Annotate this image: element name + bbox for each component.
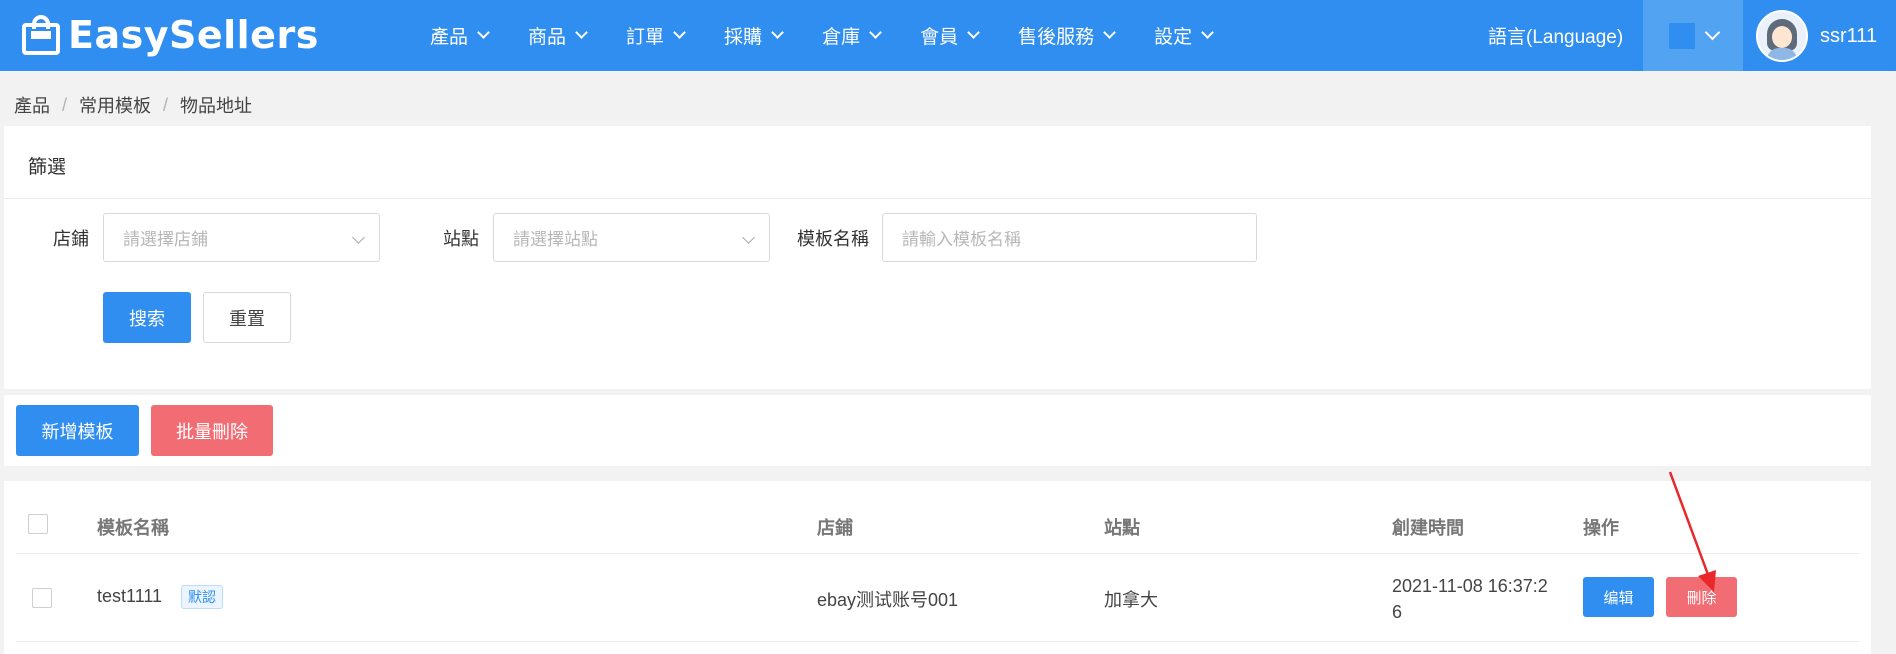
nav-item-label: 產品: [430, 27, 469, 48]
breadcrumb-item-item-location: 物品地址: [180, 96, 253, 116]
breadcrumb: 產品 / 常用模板 / 物品地址: [14, 92, 252, 118]
site-select[interactable]: 請選擇站點: [493, 213, 770, 262]
nav-item-settings[interactable]: 設定: [1134, 0, 1232, 71]
nav-item-label: 採購: [724, 27, 763, 48]
nav-item-label: 售後服務: [1018, 27, 1095, 48]
breadcrumb-item-templates[interactable]: 常用模板: [79, 92, 151, 118]
search-button[interactable]: 搜索: [103, 292, 191, 343]
reset-button[interactable]: 重置: [203, 292, 291, 343]
breadcrumb-item-products[interactable]: 產品: [14, 92, 50, 118]
avatar: [1756, 10, 1808, 62]
store-select-placeholder: 請選擇店鋪: [123, 230, 208, 249]
add-template-button[interactable]: 新增模板: [16, 405, 139, 456]
store-cell: ebay测试账号001: [817, 590, 959, 610]
action-bar: 新增模板 批量刪除: [4, 395, 1871, 466]
divider: [16, 553, 1859, 554]
template-table: 模板名稱 店鋪 站點 創建時間 操作 test1111 默認 ebay测试账号0…: [4, 481, 1871, 654]
filter-panel: 篩選 店鋪 請選擇店鋪 站點 請選擇站點 模板名稱 請輸入模板名稱 搜索 重置: [4, 126, 1871, 389]
chevron-down-icon: [575, 26, 588, 39]
select-all-checkbox[interactable]: [28, 514, 48, 534]
breadcrumb-separator: /: [163, 94, 169, 115]
nav-item-goods[interactable]: 商品: [508, 0, 606, 71]
user-menu[interactable]: ssr111: [1756, 8, 1877, 64]
filter-title: 篩選: [28, 157, 67, 178]
nav-item-label: 設定: [1154, 27, 1193, 48]
chevron-down-icon: [771, 26, 784, 39]
chevron-down-icon: [1103, 26, 1116, 39]
created-time-line: 2021-11-08 16:37:2: [1392, 576, 1548, 596]
nav-item-label: 倉庫: [822, 27, 861, 48]
template-name-input[interactable]: 請輸入模板名稱: [882, 213, 1257, 262]
nav-item-label: 訂單: [626, 27, 665, 48]
column-header-site: 站點: [1104, 518, 1140, 538]
column-header-name: 模板名稱: [97, 518, 169, 538]
default-badge: 默認: [181, 585, 223, 609]
chevron-down-icon: [673, 26, 686, 39]
main-nav: 產品 商品 訂單 採購 倉庫 會員 售後服務 設定: [410, 0, 1232, 71]
chevron-down-icon: [1704, 24, 1720, 41]
column-header-created: 創建時間: [1392, 518, 1464, 538]
logo-text: EasySellers: [68, 13, 319, 57]
username: ssr111: [1820, 24, 1878, 47]
chevron-down-icon: [352, 231, 365, 244]
site-cell: 加拿大: [1104, 590, 1158, 610]
language-switch[interactable]: 語言(Language): [1488, 0, 1623, 71]
store-select[interactable]: 請選擇店鋪: [103, 213, 380, 262]
store-label: 店鋪: [53, 229, 89, 249]
chevron-down-icon: [1201, 26, 1214, 39]
divider: [16, 641, 1859, 642]
created-time-cell: 2021-11-08 16:37:2 6: [1392, 573, 1548, 625]
edit-button[interactable]: 编辑: [1583, 577, 1654, 617]
theme-color-picker[interactable]: [1643, 0, 1743, 71]
breadcrumb-separator: /: [62, 94, 68, 115]
chevron-down-icon: [967, 26, 980, 39]
color-swatch: [1668, 22, 1695, 49]
divider: [4, 198, 1871, 199]
nav-item-products[interactable]: 產品: [410, 0, 508, 71]
nav-item-label: 會員: [920, 27, 959, 48]
row-checkbox[interactable]: [32, 588, 52, 608]
site-select-placeholder: 請選擇站點: [513, 230, 598, 249]
site-label: 站點: [443, 229, 479, 249]
batch-delete-button[interactable]: 批量刪除: [151, 405, 273, 456]
annotation-arrow-icon: [1668, 471, 1716, 592]
chevron-down-icon: [477, 26, 490, 39]
nav-item-members[interactable]: 會員: [900, 0, 998, 71]
nav-item-orders[interactable]: 訂單: [606, 0, 704, 71]
column-header-store: 店鋪: [817, 518, 853, 538]
nav-item-warehouse[interactable]: 倉庫: [802, 0, 900, 71]
chevron-down-icon: [869, 26, 882, 39]
shopping-bag-icon: [22, 15, 60, 55]
nav-item-label: 商品: [528, 27, 567, 48]
template-name-label: 模板名稱: [797, 229, 869, 249]
nav-item-purchasing[interactable]: 採購: [704, 0, 802, 71]
top-navbar: EasySellers 產品 商品 訂單 採購 倉庫 會員 售後服務 設定 語言…: [0, 0, 1896, 71]
template-name-placeholder: 請輸入模板名稱: [902, 230, 1021, 249]
column-header-operation: 操作: [1583, 518, 1619, 538]
nav-item-after-sales[interactable]: 售後服務: [998, 0, 1134, 71]
chevron-down-icon: [742, 231, 755, 244]
logo[interactable]: EasySellers: [22, 12, 319, 58]
created-time-line: 6: [1392, 602, 1403, 622]
template-name-cell: test1111: [97, 586, 163, 606]
